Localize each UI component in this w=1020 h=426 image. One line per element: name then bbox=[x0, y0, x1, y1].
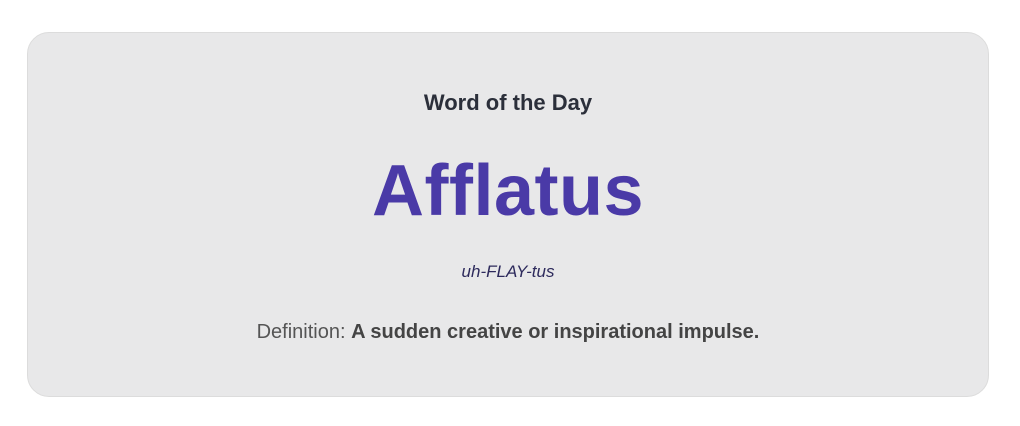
pronunciation: uh-FLAY-tus bbox=[461, 262, 555, 281]
definition-text: A sudden creative or inspirational impul… bbox=[351, 321, 760, 343]
featured-word: Afflatus bbox=[372, 151, 644, 231]
definition-label: Definition: bbox=[256, 321, 352, 343]
definition: Definition: A sudden creative or inspira… bbox=[28, 319, 988, 345]
card-heading: Word of the Day bbox=[423, 90, 593, 115]
word-of-the-day-card: Word of the Day Afflatus uh-FLAY-tus Def… bbox=[27, 32, 989, 397]
